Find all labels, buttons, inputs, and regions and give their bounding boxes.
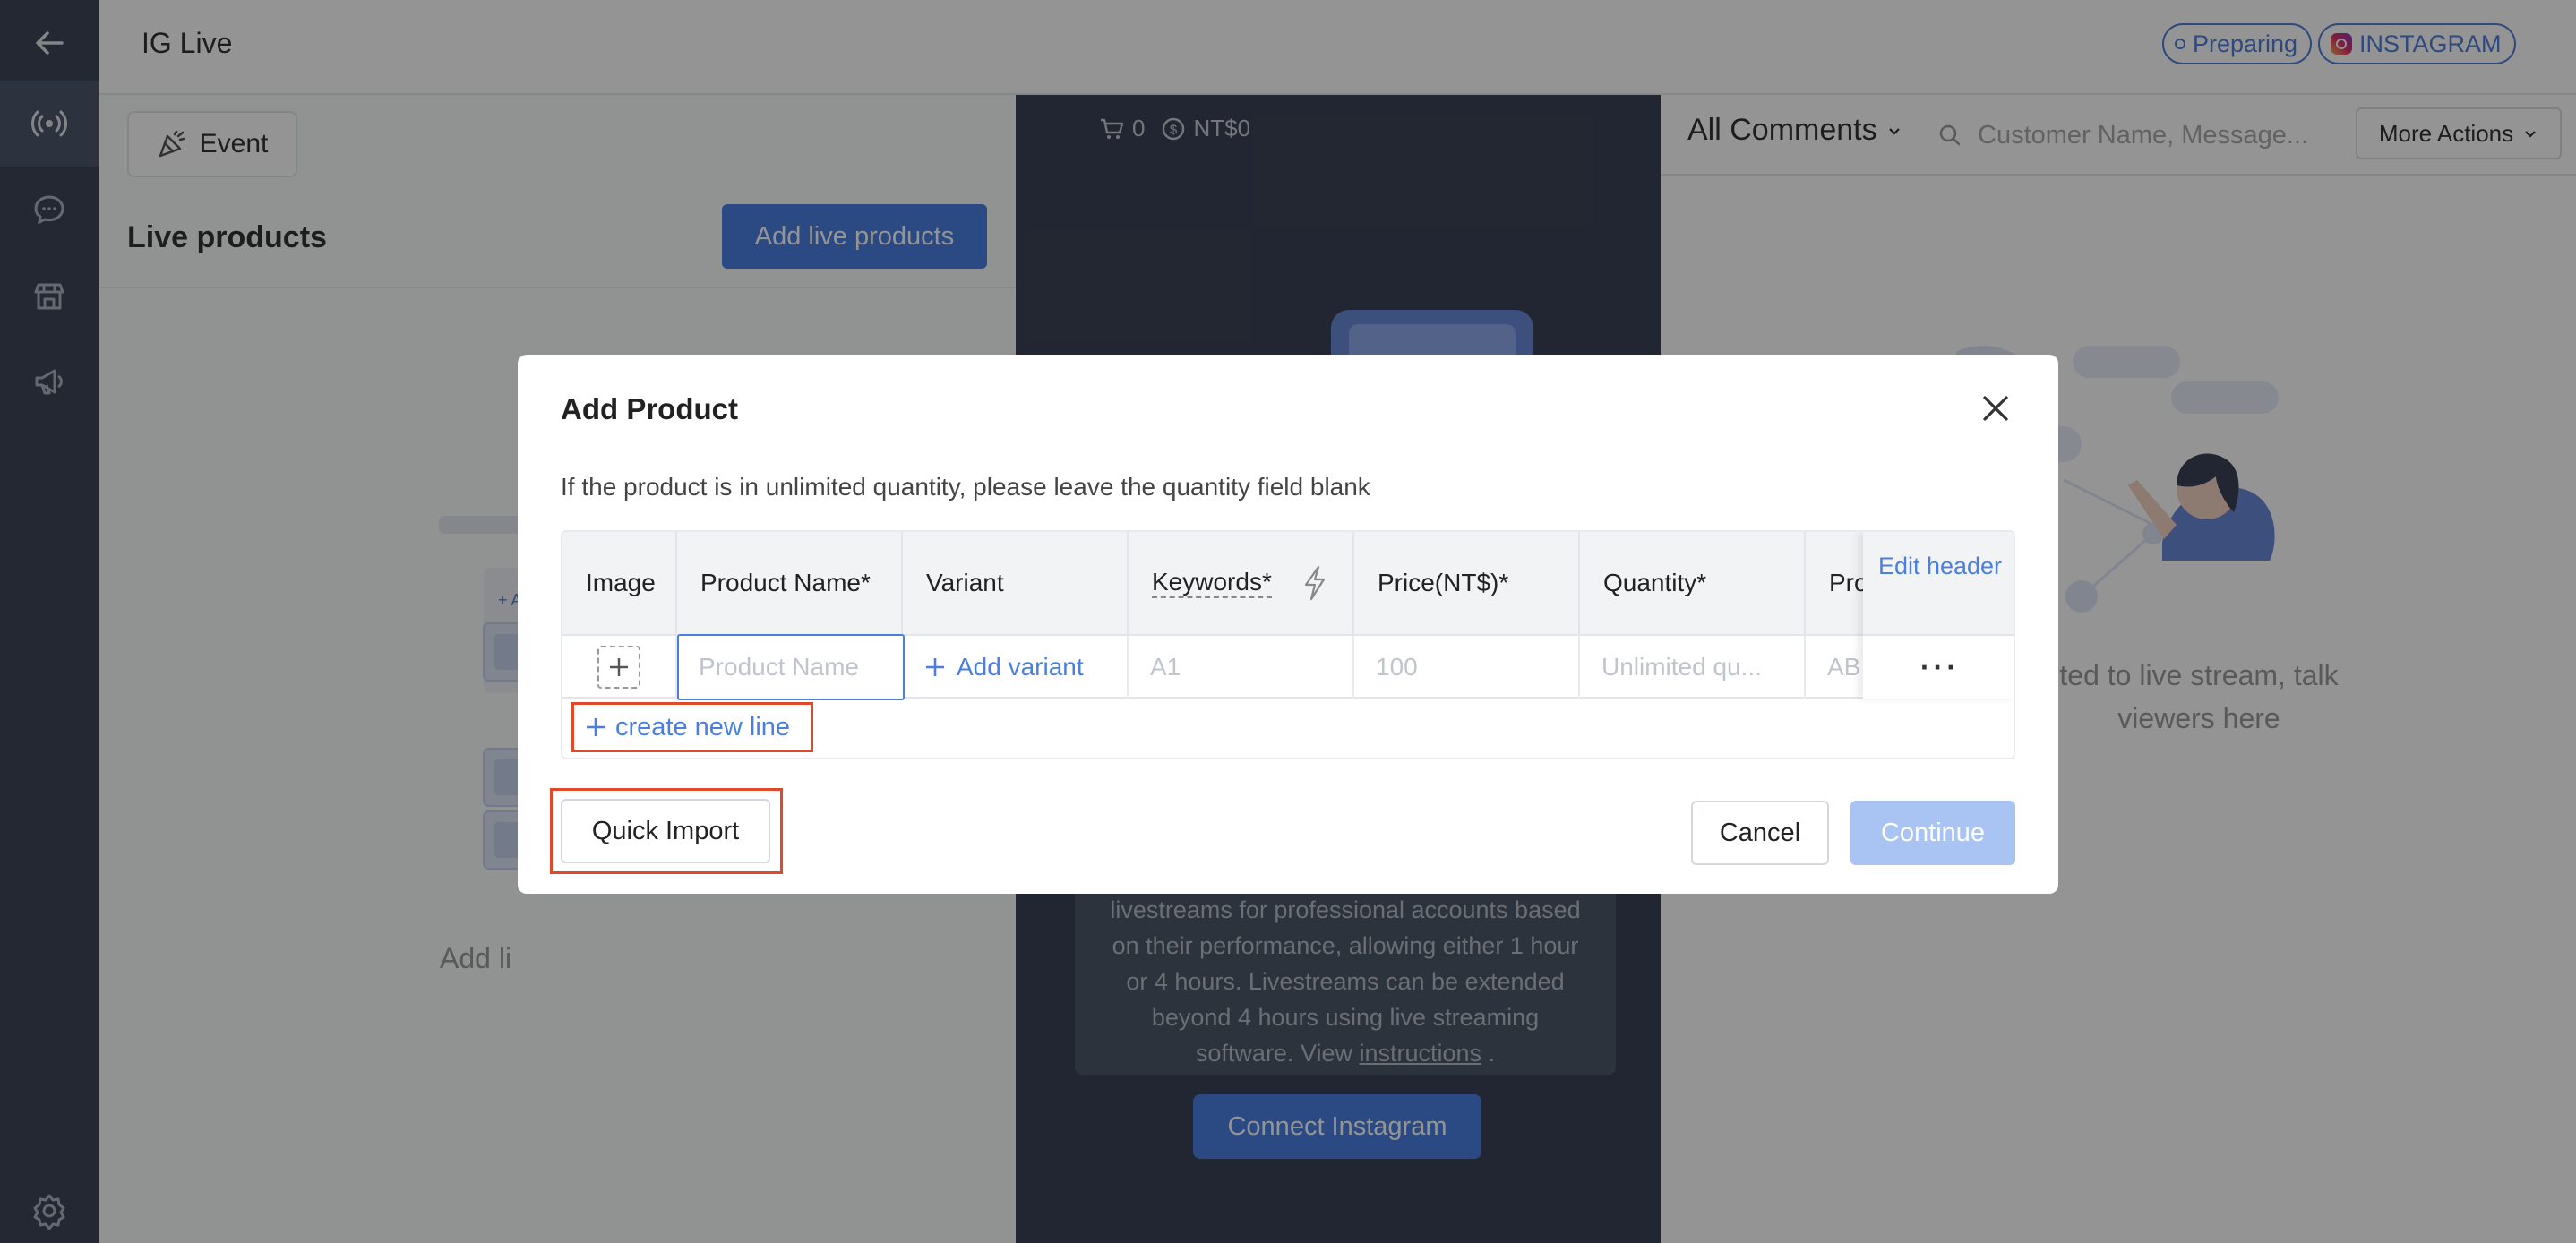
close-button[interactable] xyxy=(1978,390,2014,426)
column-header-quantity: Quantity* xyxy=(1580,532,1806,634)
row-more-button[interactable]: ··· xyxy=(1863,634,2014,699)
plus-icon xyxy=(610,658,628,676)
modal-description: If the product is in unlimited quantity,… xyxy=(561,473,1370,501)
price-input[interactable]: 100 xyxy=(1354,636,1580,699)
column-header-image: Image xyxy=(562,532,677,634)
table-header: Image Product Name* Variant Keywords* Pr… xyxy=(562,532,2014,634)
add-variant-label: Add variant xyxy=(957,653,1084,681)
product-name-input[interactable]: Product Name xyxy=(677,634,905,700)
column-header-keywords: Keywords* xyxy=(1129,532,1354,634)
column-header-product-name: Product Name* xyxy=(677,532,903,634)
keywords-input[interactable]: A1 xyxy=(1129,636,1354,699)
more-dots-icon: ··· xyxy=(1920,650,1960,683)
continue-button[interactable]: Continue xyxy=(1850,801,2015,865)
column-header-variant: Variant xyxy=(903,532,1129,634)
lightning-icon[interactable] xyxy=(1302,565,1327,601)
upload-image-button[interactable] xyxy=(597,646,640,689)
keywords-header-label: Keywords* xyxy=(1152,568,1272,598)
plus-icon xyxy=(926,658,944,676)
create-new-line-label: create new line xyxy=(615,712,791,742)
product-table: Image Product Name* Variant Keywords* Pr… xyxy=(561,530,2015,759)
close-icon xyxy=(1983,396,2008,421)
create-new-line-button[interactable]: create new line xyxy=(571,702,813,752)
quantity-input[interactable]: Unlimited qu... xyxy=(1580,636,1806,699)
plus-icon xyxy=(587,718,605,736)
quick-import-button[interactable]: Quick Import xyxy=(561,799,770,863)
sticky-action-column: Edit header ··· xyxy=(1863,532,2014,699)
table-row: Product Name Add variant A1 100 Unlimite… xyxy=(562,634,2014,700)
modal-title: Add Product xyxy=(561,392,738,425)
add-variant-button[interactable]: Add variant xyxy=(903,636,1129,699)
cancel-button[interactable]: Cancel xyxy=(1691,801,1829,865)
image-cell xyxy=(562,636,677,699)
edit-header-link[interactable]: Edit header xyxy=(1863,548,2014,584)
column-header-price: Price(NT$)* xyxy=(1354,532,1580,634)
add-product-modal: Add Product If the product is in unlimit… xyxy=(518,355,2058,894)
